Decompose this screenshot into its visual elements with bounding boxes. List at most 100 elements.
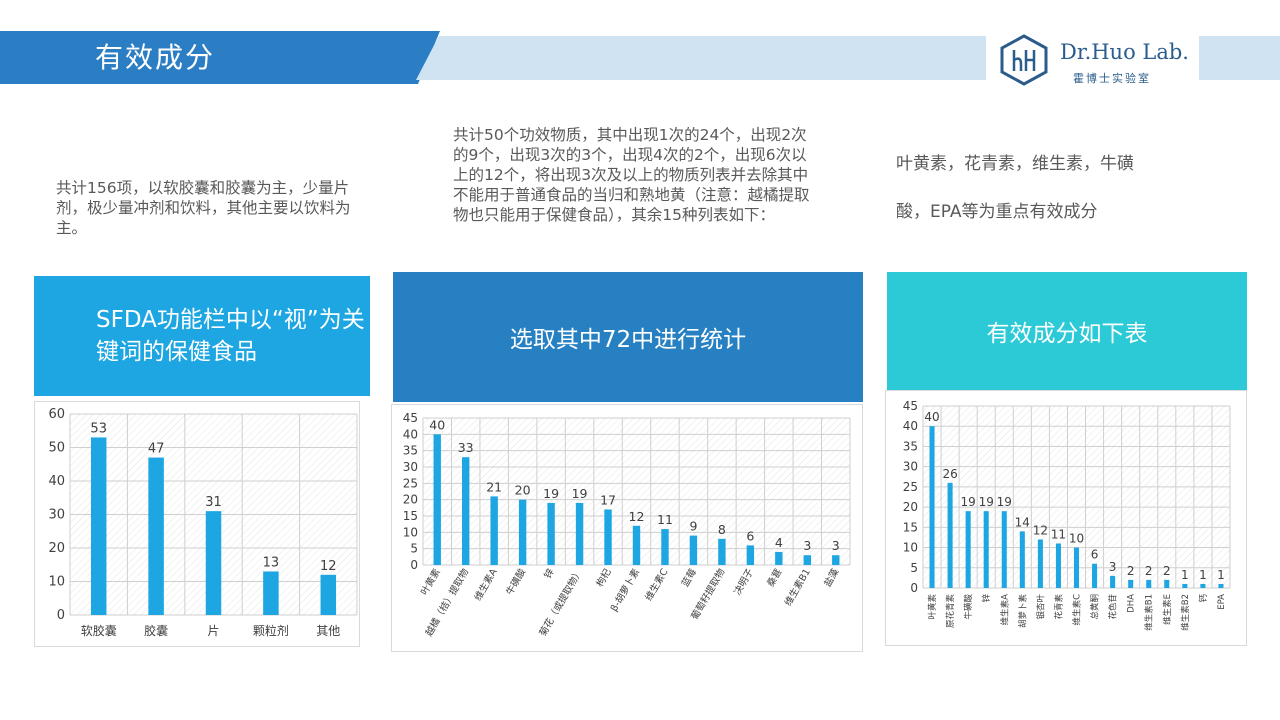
x-tick-label: 颗粒剂 (253, 623, 289, 638)
bar (1110, 575, 1116, 588)
x-tick-label: 维生素B1 (1144, 594, 1155, 631)
bar (746, 545, 755, 565)
bar (490, 496, 498, 565)
y-tick-label: 20 (403, 493, 418, 507)
y-tick-label: 25 (903, 480, 918, 494)
bar (1092, 563, 1098, 588)
panel-right-title: 有效成分如下表 (986, 321, 1148, 347)
data-label: 19 (572, 486, 588, 501)
chart-ingredients-72: 0 5 10 15 20 25 30 35 40 45 40 叶黄素 33 越橘（桔）提取物 21 维生素A 2… (391, 404, 863, 652)
data-label: 19 (543, 486, 559, 501)
x-tick-label: 片 (207, 624, 219, 638)
y-tick-label: 35 (403, 444, 418, 458)
x-tick-label: 软胶囊 (81, 623, 117, 638)
x-tick-label: 维生素B2 (1180, 594, 1191, 631)
bar (689, 535, 698, 565)
data-label: 9 (689, 519, 697, 534)
data-label: 19 (979, 495, 994, 509)
bar (1164, 579, 1170, 588)
y-tick-label: 30 (403, 460, 418, 474)
data-label: 2 (1145, 564, 1153, 578)
data-label: 47 (148, 442, 165, 457)
bar (632, 525, 641, 565)
page-title: 有效成分 (95, 41, 216, 74)
data-label: 20 (515, 483, 531, 498)
bar (1182, 583, 1188, 588)
bar (983, 511, 989, 588)
y-tick-label: 60 (48, 407, 65, 422)
bar (518, 499, 527, 565)
x-tick-label: 锌 (981, 594, 992, 603)
data-label: 12 (1033, 523, 1048, 537)
y-tick-label: 50 (48, 441, 65, 456)
x-tick-label: 叶黄素 (927, 594, 938, 620)
bar (965, 511, 971, 588)
x-tick-label: 钙 (1198, 594, 1209, 603)
data-label: 11 (1051, 528, 1066, 542)
bar (575, 502, 584, 565)
panel-right: 有效成分如下表 (887, 272, 1247, 390)
chart-dosage-forms-svg: 0 10 20 30 40 50 60 53 软胶囊 47 胶囊 31 片 13 颗粒剂 12 其他 (48, 407, 358, 638)
bar (547, 502, 555, 565)
data-label: 6 (746, 528, 754, 543)
x-tick-label: 盐藻 (821, 566, 841, 589)
data-label: 10 (1069, 532, 1084, 546)
x-tick-label: 枸杞 (594, 566, 614, 589)
bar (1146, 579, 1152, 588)
data-label: 8 (718, 522, 726, 537)
x-tick-label: 叶黄素 (418, 566, 443, 597)
panel-left-title: SFDA功能栏中以“视”为关键词的保健食品 (96, 307, 365, 365)
y-tick-label: 45 (403, 411, 418, 425)
y-tick-label: 40 (403, 427, 418, 441)
x-tick-label: 维生素B1 (782, 567, 813, 609)
data-label: 3 (1109, 560, 1117, 574)
description-right: 叶黄素，花青素，维生素，牛磺 酸，EPA等为重点有效成分 (896, 150, 1196, 226)
y-tick-label: 5 (410, 542, 418, 556)
y-tick-label: 15 (403, 509, 418, 523)
data-label: 1 (1199, 568, 1207, 582)
data-label: 3 (803, 538, 811, 553)
bar (718, 538, 726, 565)
bar (1037, 539, 1043, 588)
bar (832, 555, 840, 565)
y-tick-label: 45 (903, 399, 918, 413)
description-right-line2: 酸，EPA等为重点有效成分 (896, 202, 1098, 222)
y-tick-label: 10 (403, 525, 418, 539)
bar (1073, 547, 1080, 588)
panel-left: SFDA功能栏中以“视”为关键词的保健食品 (34, 276, 370, 396)
chart-dosage-forms: 0 10 20 30 40 50 60 53 软胶囊 47 胶囊 31 片 13 颗粒剂 12 其他 (34, 401, 360, 647)
x-tick-label: 决明子 (731, 566, 756, 597)
y-tick-label: 15 (903, 520, 918, 534)
bar (604, 509, 612, 565)
data-label: 31 (205, 495, 222, 510)
bar (90, 437, 107, 615)
x-tick-label: 锌 (542, 566, 557, 581)
chart-active-ingredients-svg: 05101520253035404540叶黄素26原花青素19牛磺酸19锌19维… (903, 399, 1231, 631)
bar (205, 511, 222, 615)
bar (1001, 511, 1007, 588)
bar (1055, 543, 1061, 588)
x-tick-label: DHA (1127, 594, 1137, 613)
y-tick-label: 10 (903, 541, 918, 555)
x-tick-label: 维生素E (1162, 594, 1173, 625)
y-tick-label: 40 (903, 419, 918, 433)
data-label: 40 (924, 410, 939, 424)
x-tick-label: 银杏叶 (1035, 594, 1046, 620)
data-label: 4 (775, 535, 783, 550)
x-tick-label: 总黄酮 (1090, 594, 1101, 620)
y-tick-label: 0 (910, 581, 918, 595)
header-bar (0, 31, 440, 84)
y-tick-label: 0 (57, 608, 65, 623)
chart-active-ingredients: 0 5 10 15 20 25 30 35 40 45 40 叶黄素 26 原花青素 19 牛磺酸 19 锌 19 维… (885, 390, 1247, 646)
bar (1200, 583, 1206, 588)
data-label: 12 (320, 559, 337, 574)
data-label: 2 (1127, 564, 1135, 578)
bar (320, 574, 337, 615)
x-tick-label: 牛磺酸 (504, 566, 529, 597)
data-label: 12 (629, 509, 645, 524)
y-tick-label: 25 (403, 476, 418, 490)
bar (947, 482, 953, 588)
description-left: 共计156项，以软胶囊和胶囊为主，少量片剂，极少量冲剂和饮料，其他主要以饮料为主… (56, 179, 351, 237)
data-label: 40 (429, 417, 445, 432)
data-label: 53 (90, 421, 107, 436)
